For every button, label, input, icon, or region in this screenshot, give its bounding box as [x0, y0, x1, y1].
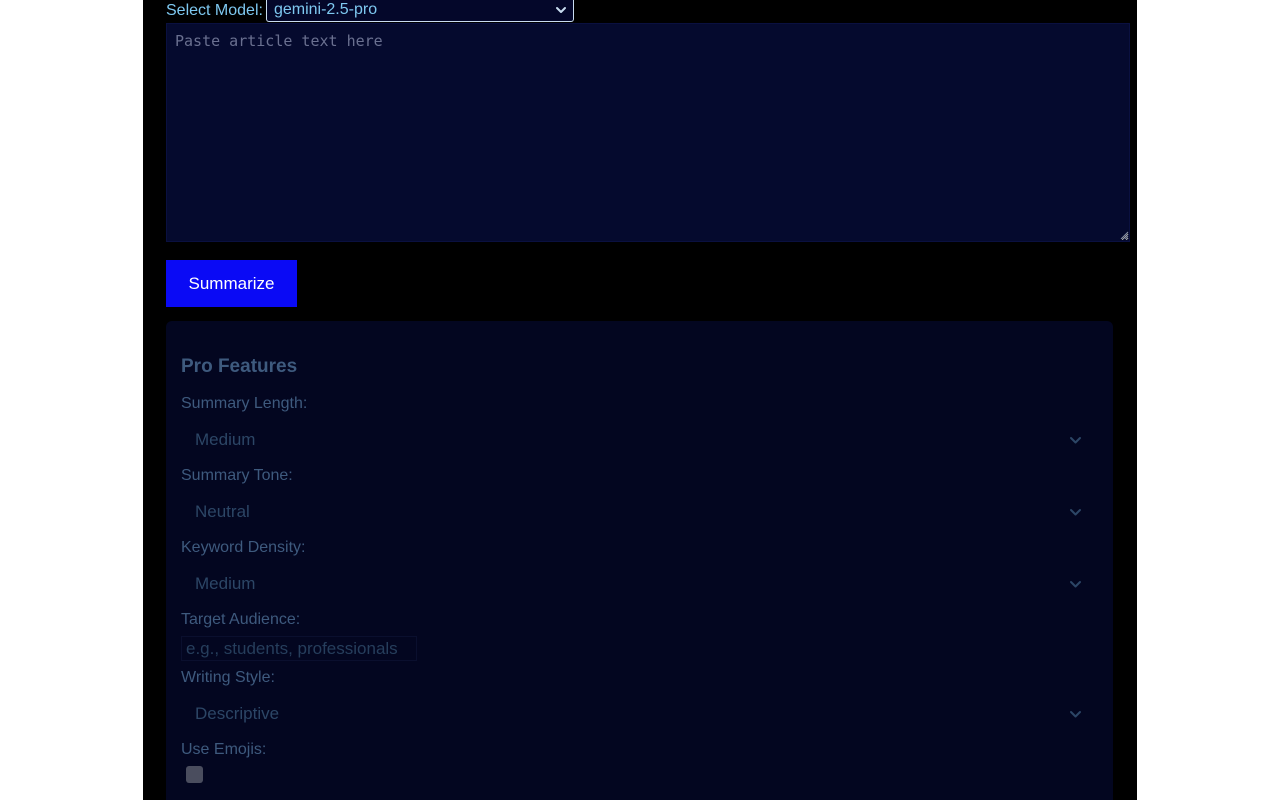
writing-style-label: Writing Style: [181, 669, 275, 686]
target-audience-label: Target Audience: [181, 611, 301, 628]
keyword-density-label: Keyword Density: [181, 539, 306, 556]
summary-tone-select[interactable]: Neutral [181, 498, 1098, 526]
model-select[interactable]: gemini-2.5-pro [265, 0, 574, 22]
pro-features-title: Pro Features [181, 356, 298, 377]
summary-tone-label: Summary Tone: [181, 467, 293, 484]
target-audience-input[interactable] [181, 636, 417, 661]
keyword-density-value: Medium [195, 574, 256, 593]
use-emojis-label: Use Emojis: [181, 741, 267, 758]
summary-length-select[interactable]: Medium [181, 426, 1098, 454]
chevron-down-icon [555, 7, 566, 13]
summary-length-value: Medium [195, 430, 256, 449]
summarize-button[interactable]: Summarize [166, 260, 297, 307]
model-selector-row: Select Model: gemini-2.5-pro [166, 0, 574, 22]
chevron-down-icon [1070, 581, 1081, 588]
resize-handle-icon[interactable] [1120, 231, 1129, 240]
writing-style-value: Descriptive [195, 704, 280, 723]
article-text-input[interactable] [166, 23, 1130, 242]
model-label: Select Model: [166, 2, 263, 19]
keyword-density-select[interactable]: Medium [181, 570, 1098, 598]
summary-length-label: Summary Length: [181, 395, 308, 412]
pro-features-panel: Pro Features Summary Length: Medium Summ… [166, 321, 1113, 800]
app-page: Select Model: gemini-2.5-pro Summarize P… [143, 0, 1137, 800]
chevron-down-icon [1070, 509, 1081, 516]
summary-tone-value: Neutral [195, 502, 250, 521]
chevron-down-icon [1070, 711, 1081, 718]
use-emojis-checkbox[interactable] [186, 766, 203, 783]
model-selected-value: gemini-2.5-pro [273, 1, 378, 18]
writing-style-select[interactable]: Descriptive [181, 700, 1098, 728]
chevron-down-icon [1070, 437, 1081, 444]
